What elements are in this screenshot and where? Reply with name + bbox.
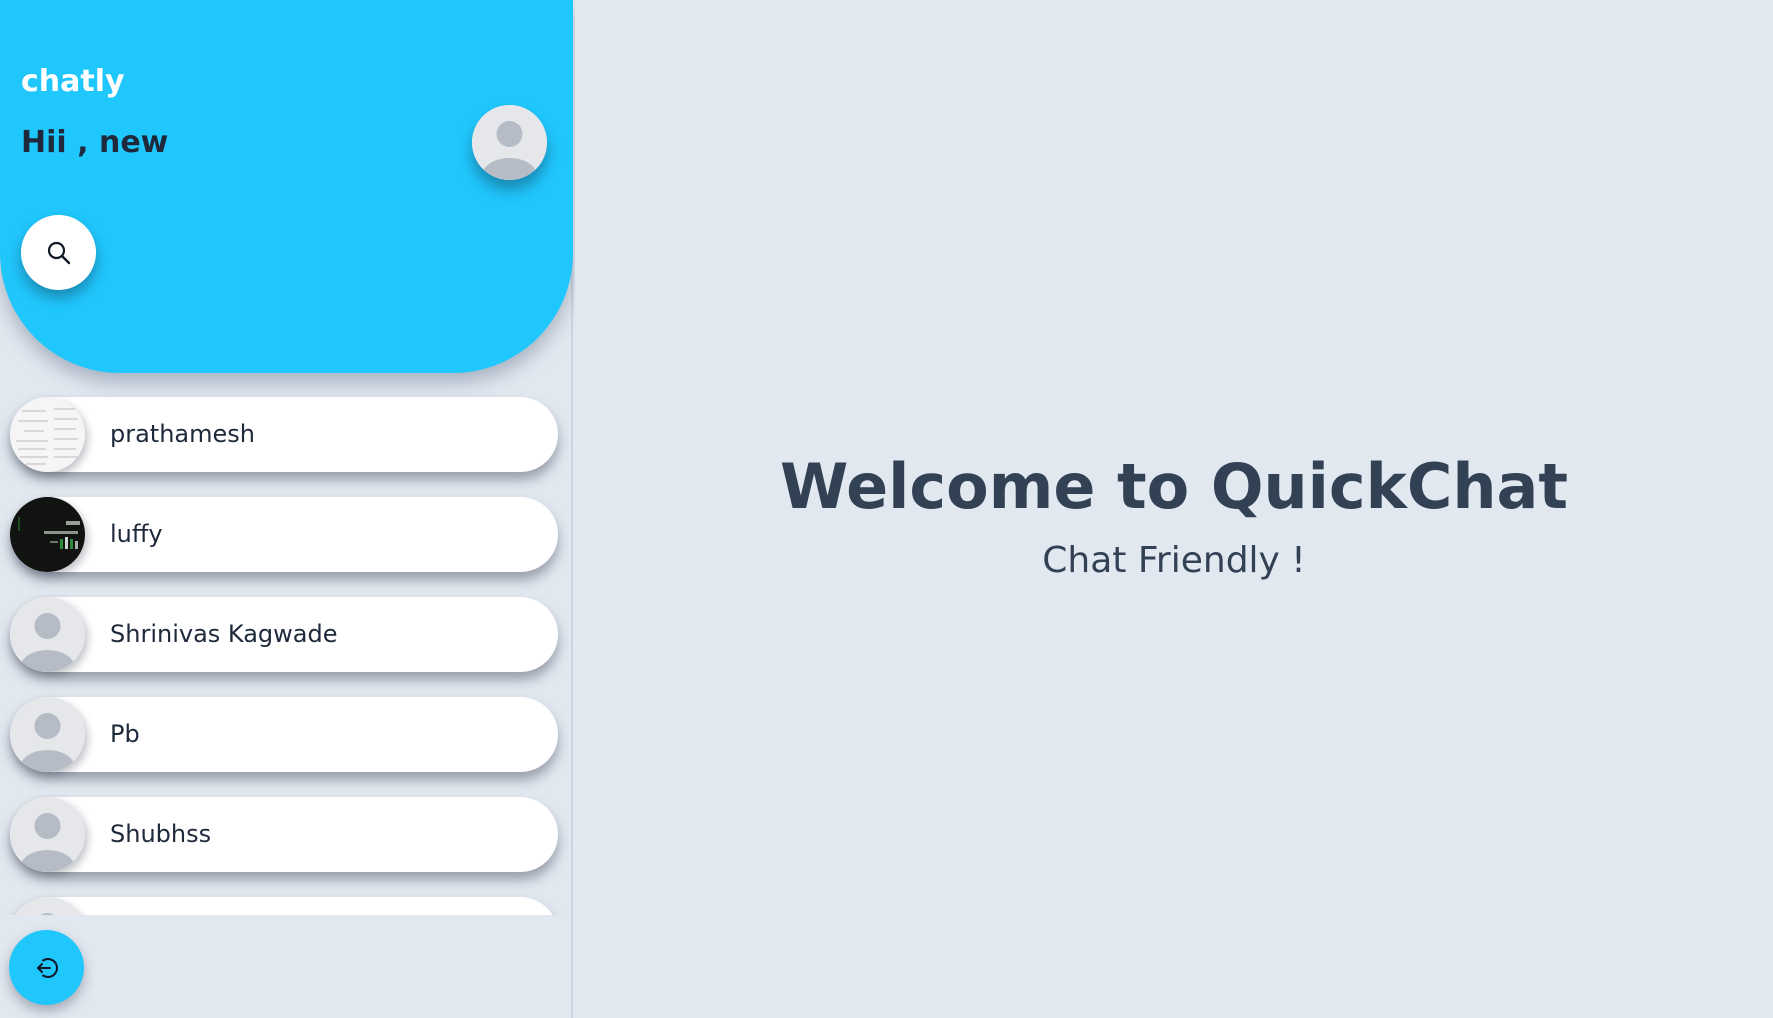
brand-name: chatly <box>21 64 125 99</box>
contact-avatar <box>10 497 85 572</box>
contact-row[interactable]: luffy <box>10 497 558 572</box>
contact-name: Shubhss <box>110 820 212 848</box>
sidebar: chatly Hii , new prathamesh luffy Shrini… <box>0 0 573 1018</box>
contact-name: Shrinivas Kagwade <box>110 620 338 648</box>
contact-row[interactable]: Shubhss <box>10 797 558 872</box>
search-button[interactable] <box>21 215 96 290</box>
default-user-icon <box>472 105 547 180</box>
contact-avatar <box>10 397 85 472</box>
document-photo-icon <box>10 397 85 472</box>
main-panel: Welcome to QuickChat Chat Friendly ! <box>575 0 1773 1018</box>
dark-photo-icon <box>10 497 85 572</box>
search-icon <box>47 241 70 264</box>
profile-avatar[interactable] <box>472 105 547 180</box>
contact-list[interactable]: prathamesh luffy Shrinivas Kagwade Pb Sh… <box>0 385 573 915</box>
contact-name: Pb <box>110 720 140 748</box>
contact-row[interactable] <box>10 897 558 915</box>
contact-row[interactable]: Pb <box>10 697 558 772</box>
contact-name: prathamesh <box>110 420 255 448</box>
contact-row[interactable]: prathamesh <box>10 397 558 472</box>
contact-avatar <box>10 597 85 672</box>
logout-icon <box>36 957 58 978</box>
welcome-tagline: Chat Friendly ! <box>1042 540 1306 581</box>
user-greeting: Hii , new <box>21 125 169 160</box>
welcome-heading: Welcome to QuickChat <box>779 450 1569 523</box>
contact-row[interactable]: Shrinivas Kagwade <box>10 597 558 672</box>
app-window: chatly Hii , new prathamesh luffy Shrini… <box>0 0 1773 1018</box>
logout-button[interactable] <box>9 930 84 1005</box>
contact-avatar <box>10 897 85 915</box>
contact-avatar <box>10 797 85 872</box>
sidebar-header: chatly Hii , new <box>0 0 573 373</box>
contact-avatar <box>10 697 85 772</box>
default-user-icon <box>10 597 85 672</box>
default-user-icon <box>10 697 85 772</box>
default-user-icon <box>10 897 85 915</box>
contact-name: luffy <box>110 520 163 548</box>
default-user-icon <box>10 797 85 872</box>
